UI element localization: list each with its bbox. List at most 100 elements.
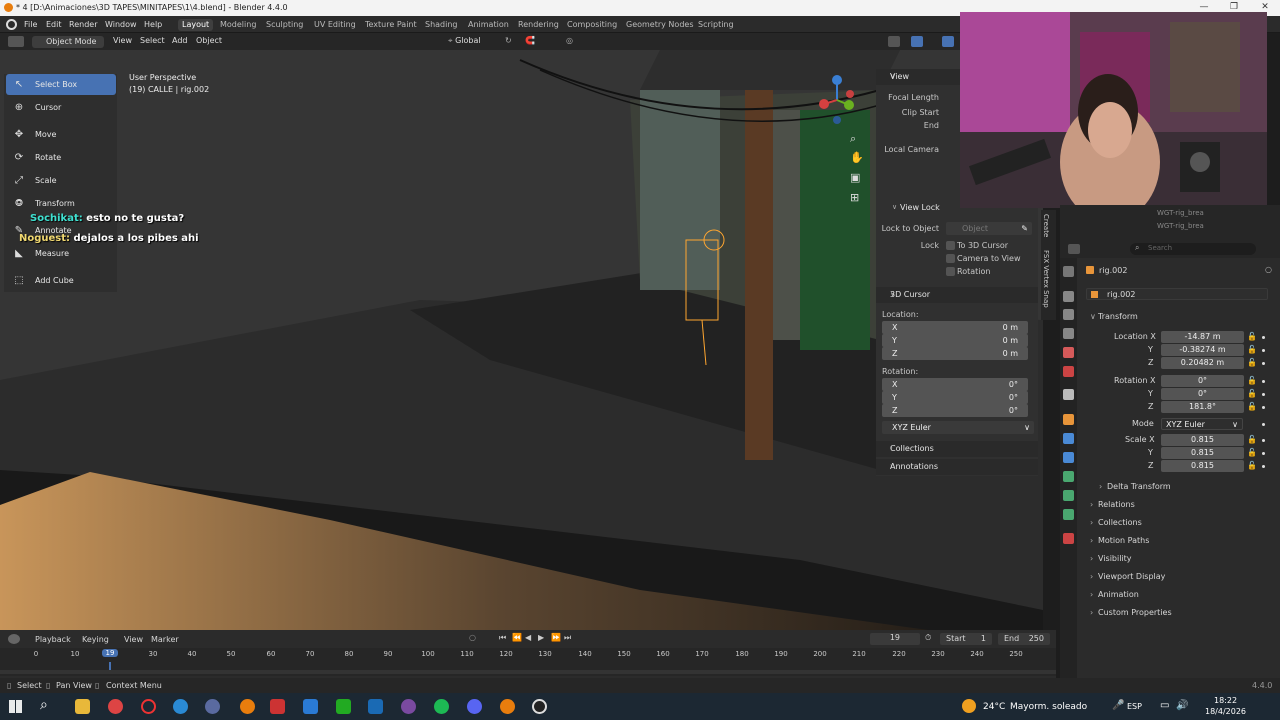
scale-x-field[interactable]: 0.815 <box>1161 434 1244 446</box>
clock-icon[interactable]: ⏱ <box>925 633 931 643</box>
next-keyframe-icon[interactable]: ⏩ <box>551 633 561 642</box>
lock-icon[interactable]: 🔓 <box>1247 345 1257 354</box>
tool-tab-icon[interactable] <box>1063 266 1074 277</box>
vscode-icon[interactable] <box>368 699 383 714</box>
keyframe-dot-icon[interactable] <box>1262 393 1265 396</box>
tab-create[interactable]: Create <box>1042 214 1050 237</box>
relations-panel[interactable]: Relations <box>1098 500 1135 509</box>
lock-icon[interactable]: 🔓 <box>1247 358 1257 367</box>
cursor-location-x[interactable]: X 0 m <box>882 321 1028 334</box>
transform-section-title[interactable]: Transform <box>1098 312 1138 321</box>
timeline-ruler[interactable]: 0 10 19 30 40 50 60 70 80 90 100 110 120… <box>0 648 1056 676</box>
viewport-menu-view[interactable]: View <box>113 36 132 48</box>
lock-icon[interactable]: 🔓 <box>1247 402 1257 411</box>
workspace-tab-geometry-nodes[interactable]: Geometry Nodes <box>622 19 697 31</box>
custom-properties-panel[interactable]: Custom Properties <box>1098 608 1172 617</box>
physics-tab-icon[interactable] <box>1063 471 1074 482</box>
collections-panel[interactable]: Collections <box>1098 518 1142 527</box>
modifier-tab-icon[interactable] <box>1063 433 1074 444</box>
world-tab-icon[interactable] <box>1063 366 1074 377</box>
video-editor-icon[interactable] <box>270 699 285 714</box>
menu-render[interactable]: Render <box>69 20 97 29</box>
tool-rotate[interactable]: ⟳ Rotate <box>6 147 116 168</box>
keyframe-dot-icon[interactable] <box>1262 406 1265 409</box>
current-frame-field[interactable]: 19 <box>870 633 920 645</box>
camera-to-view-checkbox[interactable] <box>946 254 955 263</box>
lock-icon[interactable]: 🔓 <box>1247 448 1257 457</box>
search-icon[interactable]: ⌕ <box>40 697 48 713</box>
cursor-rotation-z[interactable]: Z 0° <box>882 404 1028 417</box>
keyframe-dot-icon[interactable] <box>1262 423 1265 426</box>
properties-search-input[interactable]: ⌕ Search <box>1130 243 1256 255</box>
view-layer-tab-icon[interactable] <box>1063 328 1074 339</box>
scale-z-field[interactable]: 0.815 <box>1161 460 1244 472</box>
workspace-tab-animation[interactable]: Animation <box>464 19 513 31</box>
timeline-menu-view[interactable]: View <box>124 635 143 644</box>
windows-start-icon[interactable] <box>9 700 22 713</box>
cursor-rotation-x[interactable]: X 0° <box>882 378 1028 391</box>
location-y-field[interactable]: -0.38274 m <box>1161 344 1244 356</box>
object-name-field[interactable]: rig.002 <box>1086 288 1268 300</box>
lock-icon[interactable]: 🔓 <box>1247 435 1257 444</box>
minimize-button[interactable]: — <box>1196 2 1212 12</box>
timeline-menu-keying[interactable]: Keying <box>82 635 109 644</box>
timeline-scrollbar[interactable] <box>0 670 1056 674</box>
camera-view-icon[interactable]: ▣ <box>850 171 860 184</box>
maximize-button[interactable]: ❐ <box>1226 2 1242 12</box>
collections-section-header[interactable]: › Collections <box>876 441 1038 457</box>
keyframe-dot-icon[interactable] <box>1262 349 1265 352</box>
viewport-display-panel[interactable]: Viewport Display <box>1098 572 1165 581</box>
play-icon[interactable]: ▶ <box>538 633 544 642</box>
timeline-menu-playback[interactable]: Playback <box>35 635 71 644</box>
viewport-menu-select[interactable]: Select <box>140 36 165 48</box>
texture-tab-icon[interactable] <box>1063 533 1074 544</box>
keyframe-dot-icon[interactable] <box>1262 452 1265 455</box>
zoom-icon[interactable]: ⌕ <box>850 132 856 146</box>
discord-icon[interactable] <box>467 699 482 714</box>
pin-icon[interactable]: ○ <box>1265 265 1272 274</box>
workspace-tab-uv-editing[interactable]: UV Editing <box>310 19 360 31</box>
jump-start-icon[interactable]: ⏮ <box>499 633 506 643</box>
editor-type-icon[interactable] <box>8 36 24 47</box>
clock-date[interactable]: 18/4/2026 <box>1205 707 1246 716</box>
collection-tab-icon[interactable] <box>1063 389 1074 400</box>
start-frame-field[interactable]: Start 1 <box>940 633 992 645</box>
opera-icon[interactable] <box>141 699 156 714</box>
blender-taskbar-icon[interactable] <box>240 699 255 714</box>
blender-active-icon[interactable] <box>500 699 515 714</box>
play-reverse-icon[interactable]: ◀ <box>525 633 531 642</box>
menu-help[interactable]: Help <box>144 20 162 29</box>
rotation-x-field[interactable]: 0° <box>1161 375 1244 387</box>
overlay-toggle-icon[interactable] <box>911 36 923 47</box>
navigation-gizmo[interactable] <box>812 72 862 128</box>
timeline-menu-marker[interactable]: Marker <box>151 635 179 644</box>
current-frame-marker[interactable]: 19 <box>102 649 118 657</box>
prev-keyframe-icon[interactable]: ⏪ <box>512 633 522 642</box>
photos-icon[interactable] <box>303 699 318 714</box>
language-indicator[interactable]: ESP <box>1127 702 1142 711</box>
3d-cursor-section-header[interactable]: ∨ 3D Cursor <box>876 287 1038 303</box>
cursor-location-z[interactable]: Z 0 m <box>882 347 1028 360</box>
mic-icon[interactable]: 🎤 <box>1112 700 1124 711</box>
workspace-tab-compositing[interactable]: Compositing <box>563 19 621 31</box>
snap-icon[interactable]: 🧲 <box>525 36 535 48</box>
tool-select-box[interactable]: ↖ Select Box <box>6 74 116 95</box>
workspace-tab-shading[interactable]: Shading <box>421 19 462 31</box>
eyedropper-icon[interactable]: ✎ <box>1021 224 1028 233</box>
pycharm-icon[interactable] <box>336 699 351 714</box>
data-tab-icon[interactable] <box>1063 509 1074 520</box>
particles-tab-icon[interactable] <box>1063 452 1074 463</box>
menu-window[interactable]: Window <box>105 20 137 29</box>
tool-scale[interactable]: ⤢ Scale <box>6 170 116 191</box>
menu-file[interactable]: File <box>24 20 37 29</box>
keyframe-dot-icon[interactable] <box>1262 380 1265 383</box>
rotation-z-field[interactable]: 181.8° <box>1161 401 1244 413</box>
viewport-gizmo-toggle-icon[interactable] <box>888 36 900 47</box>
app-icon[interactable] <box>205 699 220 714</box>
cursor-rotation-mode-dropdown[interactable]: XYZ Euler ∨ <box>882 421 1034 434</box>
close-button[interactable]: ✕ <box>1257 2 1273 12</box>
weather-temp[interactable]: 24°C <box>983 702 1005 712</box>
obs-icon[interactable] <box>532 699 547 714</box>
xray-toggle-icon[interactable] <box>942 36 954 47</box>
cursor-location-y[interactable]: Y 0 m <box>882 334 1028 347</box>
